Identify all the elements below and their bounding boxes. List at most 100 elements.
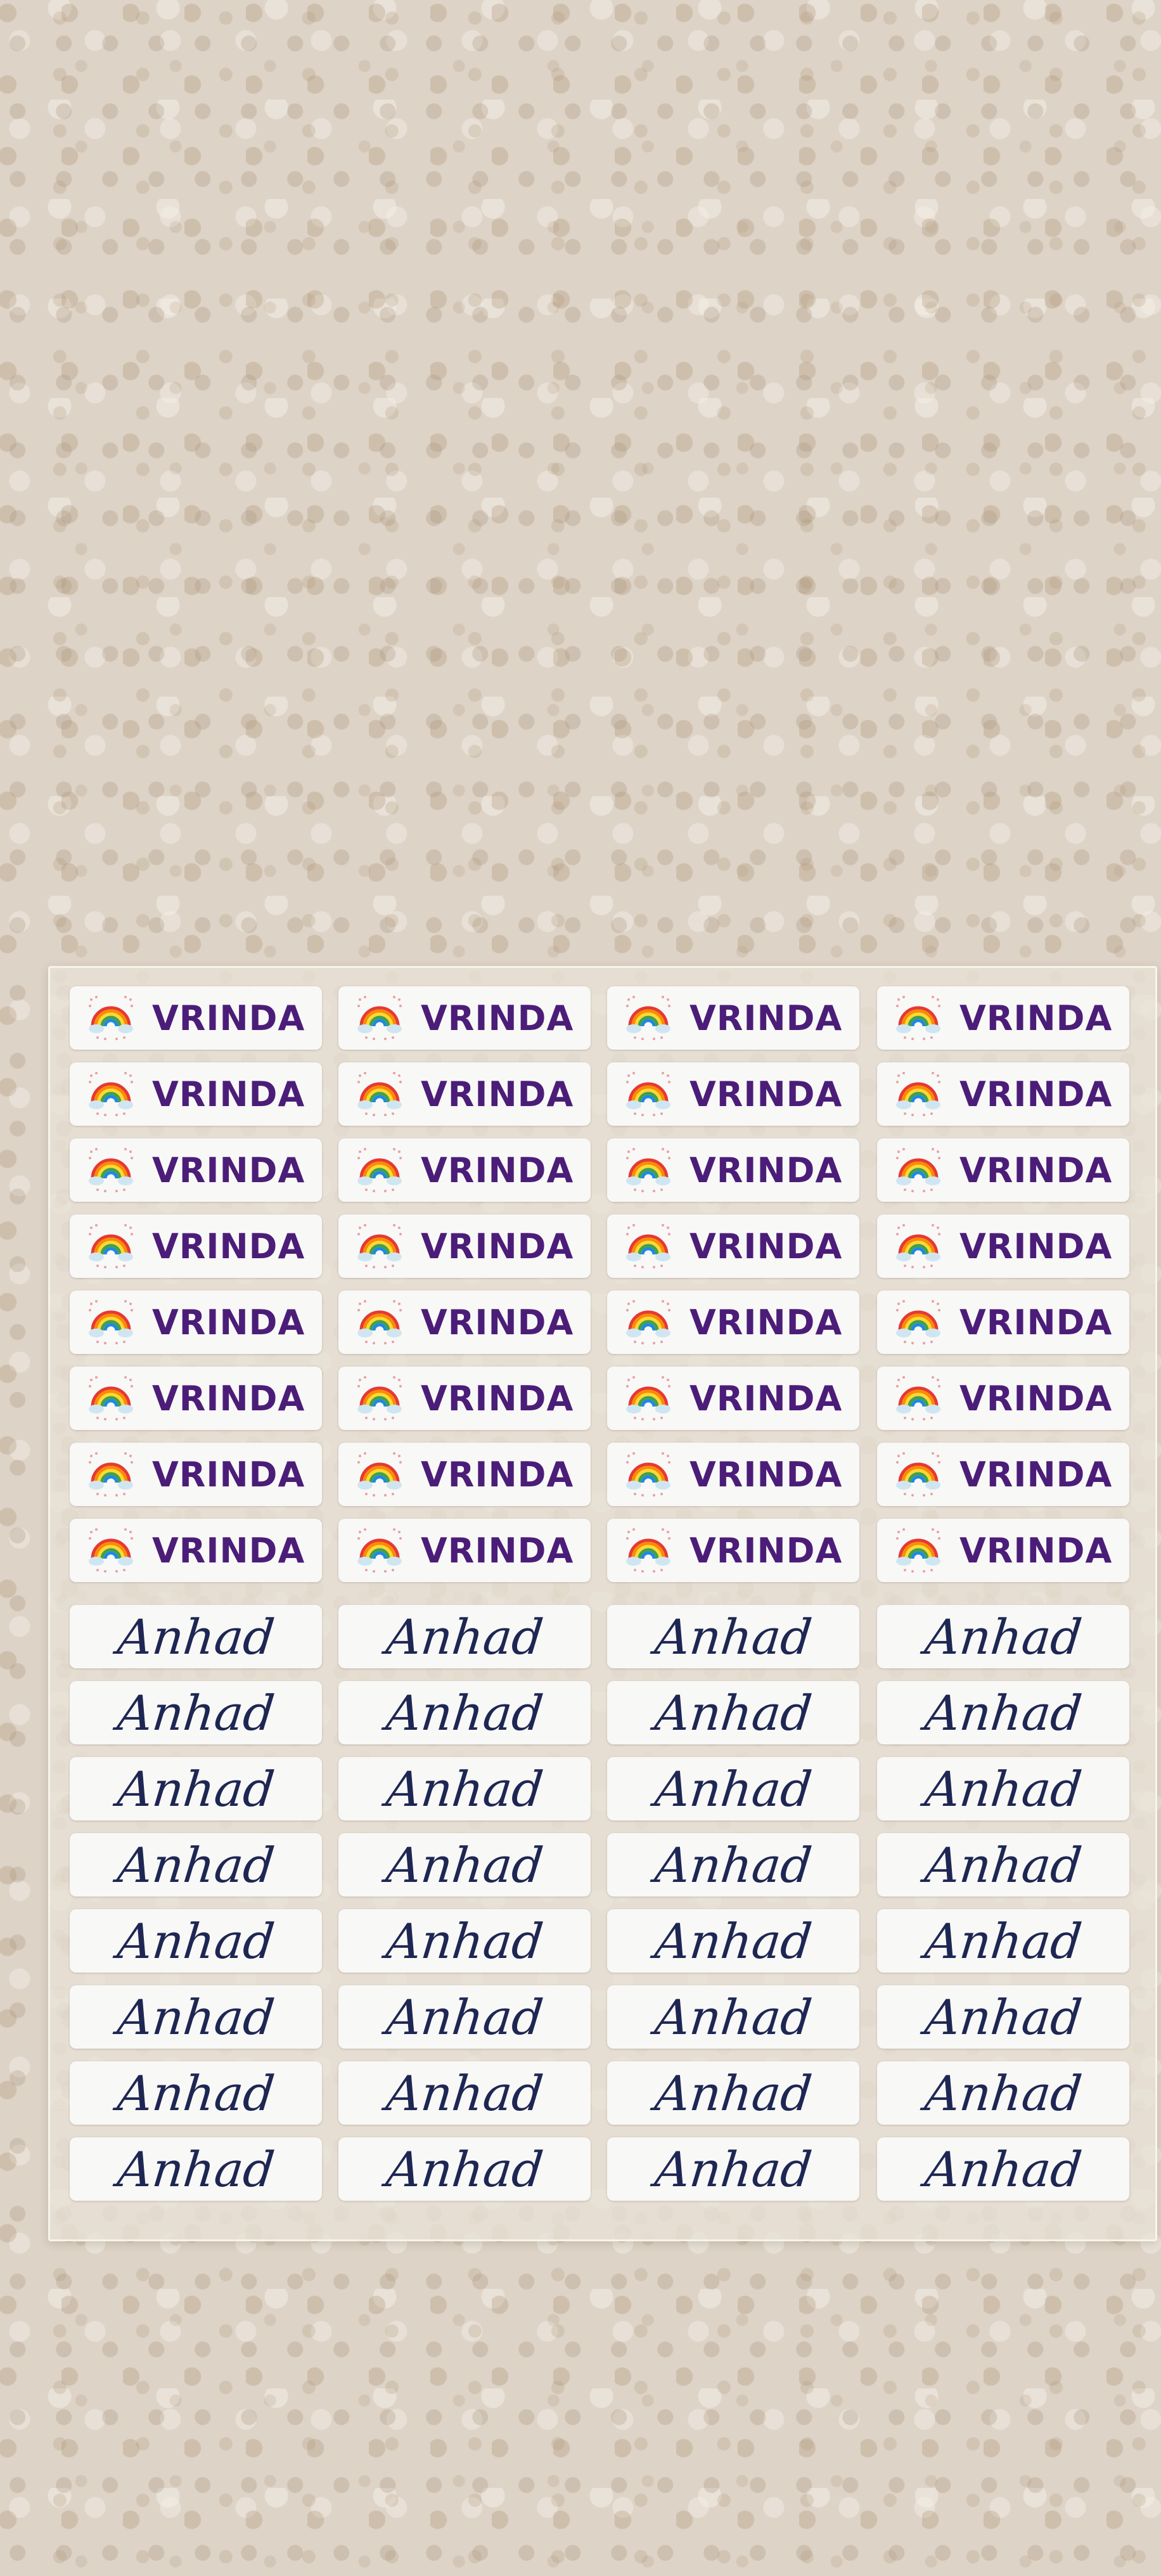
vrinda-name-label: VRINDA bbox=[877, 1062, 1129, 1126]
anhad-label-text: Anhad bbox=[383, 1912, 546, 1969]
anhad-label-text: Anhad bbox=[651, 1912, 815, 1969]
vrinda-label-text: VRINDA bbox=[421, 1378, 574, 1419]
anhad-name-label: Anhad bbox=[70, 1909, 322, 1973]
rainbow-icon bbox=[624, 993, 673, 1043]
vrinda-name-label: VRINDA bbox=[877, 1519, 1129, 1582]
anhad-name-label: Anhad bbox=[70, 2137, 322, 2201]
vrinda-label-text: VRINDA bbox=[959, 1226, 1113, 1266]
anhad-name-label: Anhad bbox=[607, 1757, 859, 1820]
anhad-label-text: Anhad bbox=[383, 1836, 546, 1893]
vrinda-name-label: VRINDA bbox=[877, 1291, 1129, 1354]
vrinda-name-label: VRINDA bbox=[877, 1214, 1129, 1278]
anhad-name-label: Anhad bbox=[70, 1681, 322, 1744]
anhad-name-label: Anhad bbox=[877, 2061, 1129, 2125]
anhad-label-text: Anhad bbox=[383, 2064, 546, 2122]
rainbow-icon bbox=[355, 1374, 404, 1423]
vrinda-name-label: VRINDA bbox=[607, 1367, 859, 1430]
vrinda-label-text: VRINDA bbox=[152, 1302, 305, 1343]
vrinda-name-label: VRINDA bbox=[877, 986, 1129, 1050]
vrinda-name-label: VRINDA bbox=[607, 1519, 859, 1582]
rainbow-icon bbox=[894, 993, 943, 1043]
anhad-label-text: Anhad bbox=[921, 1836, 1085, 1893]
anhad-label-text: Anhad bbox=[383, 1608, 546, 1665]
anhad-name-label: Anhad bbox=[338, 1909, 591, 1973]
vrinda-label-text: VRINDA bbox=[959, 1302, 1113, 1343]
vrinda-label-text: VRINDA bbox=[690, 1074, 843, 1114]
vrinda-name-label: VRINDA bbox=[338, 1291, 591, 1354]
anhad-label-text: Anhad bbox=[383, 1988, 546, 2045]
vrinda-label-text: VRINDA bbox=[959, 1530, 1113, 1571]
vrinda-name-label: VRINDA bbox=[70, 986, 322, 1050]
vrinda-name-label: VRINDA bbox=[70, 1443, 322, 1506]
vrinda-name-label: VRINDA bbox=[70, 1519, 322, 1582]
anhad-label-text: Anhad bbox=[921, 2064, 1085, 2122]
vrinda-label-text: VRINDA bbox=[959, 1074, 1113, 1114]
anhad-name-label: Anhad bbox=[338, 2061, 591, 2125]
vrinda-name-label: VRINDA bbox=[338, 1062, 591, 1126]
rainbow-icon bbox=[894, 1298, 943, 1347]
anhad-label-text: Anhad bbox=[651, 1988, 815, 2045]
anhad-name-label: Anhad bbox=[607, 1909, 859, 1973]
anhad-name-label: Anhad bbox=[877, 1833, 1129, 1897]
vrinda-name-label: VRINDA bbox=[70, 1062, 322, 1126]
vrinda-label-text: VRINDA bbox=[690, 1378, 843, 1419]
anhad-name-label: Anhad bbox=[338, 2137, 591, 2201]
rainbow-icon bbox=[624, 1221, 673, 1271]
anhad-name-label: Anhad bbox=[607, 1681, 859, 1744]
anhad-label-text: Anhad bbox=[383, 2141, 546, 2198]
vrinda-label-text: VRINDA bbox=[421, 1302, 574, 1343]
anhad-label-text: Anhad bbox=[651, 2141, 815, 2198]
vrinda-label-text: VRINDA bbox=[959, 998, 1113, 1038]
vrinda-name-label: VRINDA bbox=[338, 1367, 591, 1430]
anhad-name-label: Anhad bbox=[338, 1605, 591, 1668]
vrinda-label-text: VRINDA bbox=[421, 1150, 574, 1190]
anhad-name-label: Anhad bbox=[338, 1833, 591, 1897]
anhad-name-label: Anhad bbox=[877, 1757, 1129, 1820]
anhad-label-text: Anhad bbox=[651, 1608, 815, 1665]
anhad-name-label: Anhad bbox=[70, 1833, 322, 1897]
anhad-label-text: Anhad bbox=[114, 1912, 278, 1969]
vrinda-label-text: VRINDA bbox=[690, 1302, 843, 1343]
vrinda-name-label: VRINDA bbox=[607, 1214, 859, 1278]
rainbow-icon bbox=[624, 1069, 673, 1119]
rainbow-icon bbox=[355, 1145, 404, 1195]
vrinda-label-text: VRINDA bbox=[421, 1530, 574, 1571]
vrinda-name-label: VRINDA bbox=[338, 1138, 591, 1202]
anhad-label-text: Anhad bbox=[114, 1760, 278, 1817]
rainbow-icon bbox=[355, 1298, 404, 1347]
vrinda-name-label: VRINDA bbox=[877, 1138, 1129, 1202]
rainbow-icon bbox=[894, 1450, 943, 1499]
anhad-name-label: Anhad bbox=[338, 1757, 591, 1820]
vrinda-label-text: VRINDA bbox=[421, 1226, 574, 1266]
anhad-name-label: Anhad bbox=[877, 1909, 1129, 1973]
anhad-name-label: Anhad bbox=[607, 2061, 859, 2125]
vrinda-label-text: VRINDA bbox=[690, 1150, 843, 1190]
anhad-label-text: Anhad bbox=[114, 1684, 278, 1741]
anhad-label-text: Anhad bbox=[921, 1988, 1085, 2045]
rainbow-icon bbox=[86, 1298, 136, 1347]
vrinda-name-label: VRINDA bbox=[607, 1443, 859, 1506]
vrinda-label-text: VRINDA bbox=[421, 998, 574, 1038]
vrinda-name-label: VRINDA bbox=[70, 1367, 322, 1430]
anhad-name-label: Anhad bbox=[70, 1757, 322, 1820]
vrinda-label-text: VRINDA bbox=[421, 1454, 574, 1495]
vrinda-label-text: VRINDA bbox=[959, 1378, 1113, 1419]
vrinda-name-label: VRINDA bbox=[607, 1291, 859, 1354]
vrinda-name-label: VRINDA bbox=[338, 1214, 591, 1278]
rainbow-icon bbox=[355, 1069, 404, 1119]
vrinda-name-label: VRINDA bbox=[607, 986, 859, 1050]
anhad-label-text: Anhad bbox=[921, 2141, 1085, 2198]
vrinda-label-text: VRINDA bbox=[690, 1454, 843, 1495]
anhad-label-text: Anhad bbox=[651, 1836, 815, 1893]
rainbow-icon bbox=[894, 1374, 943, 1423]
vrinda-label-text: VRINDA bbox=[152, 998, 305, 1038]
rainbow-icon bbox=[894, 1526, 943, 1575]
vrinda-name-label: VRINDA bbox=[338, 1443, 591, 1506]
anhad-label-text: Anhad bbox=[651, 1760, 815, 1817]
vrinda-label-text: VRINDA bbox=[690, 1530, 843, 1571]
rainbow-icon bbox=[894, 1069, 943, 1119]
anhad-label-text: Anhad bbox=[114, 2064, 278, 2122]
anhad-name-label: Anhad bbox=[70, 1605, 322, 1668]
rainbow-icon bbox=[86, 993, 136, 1043]
vrinda-label-text: VRINDA bbox=[959, 1150, 1113, 1190]
